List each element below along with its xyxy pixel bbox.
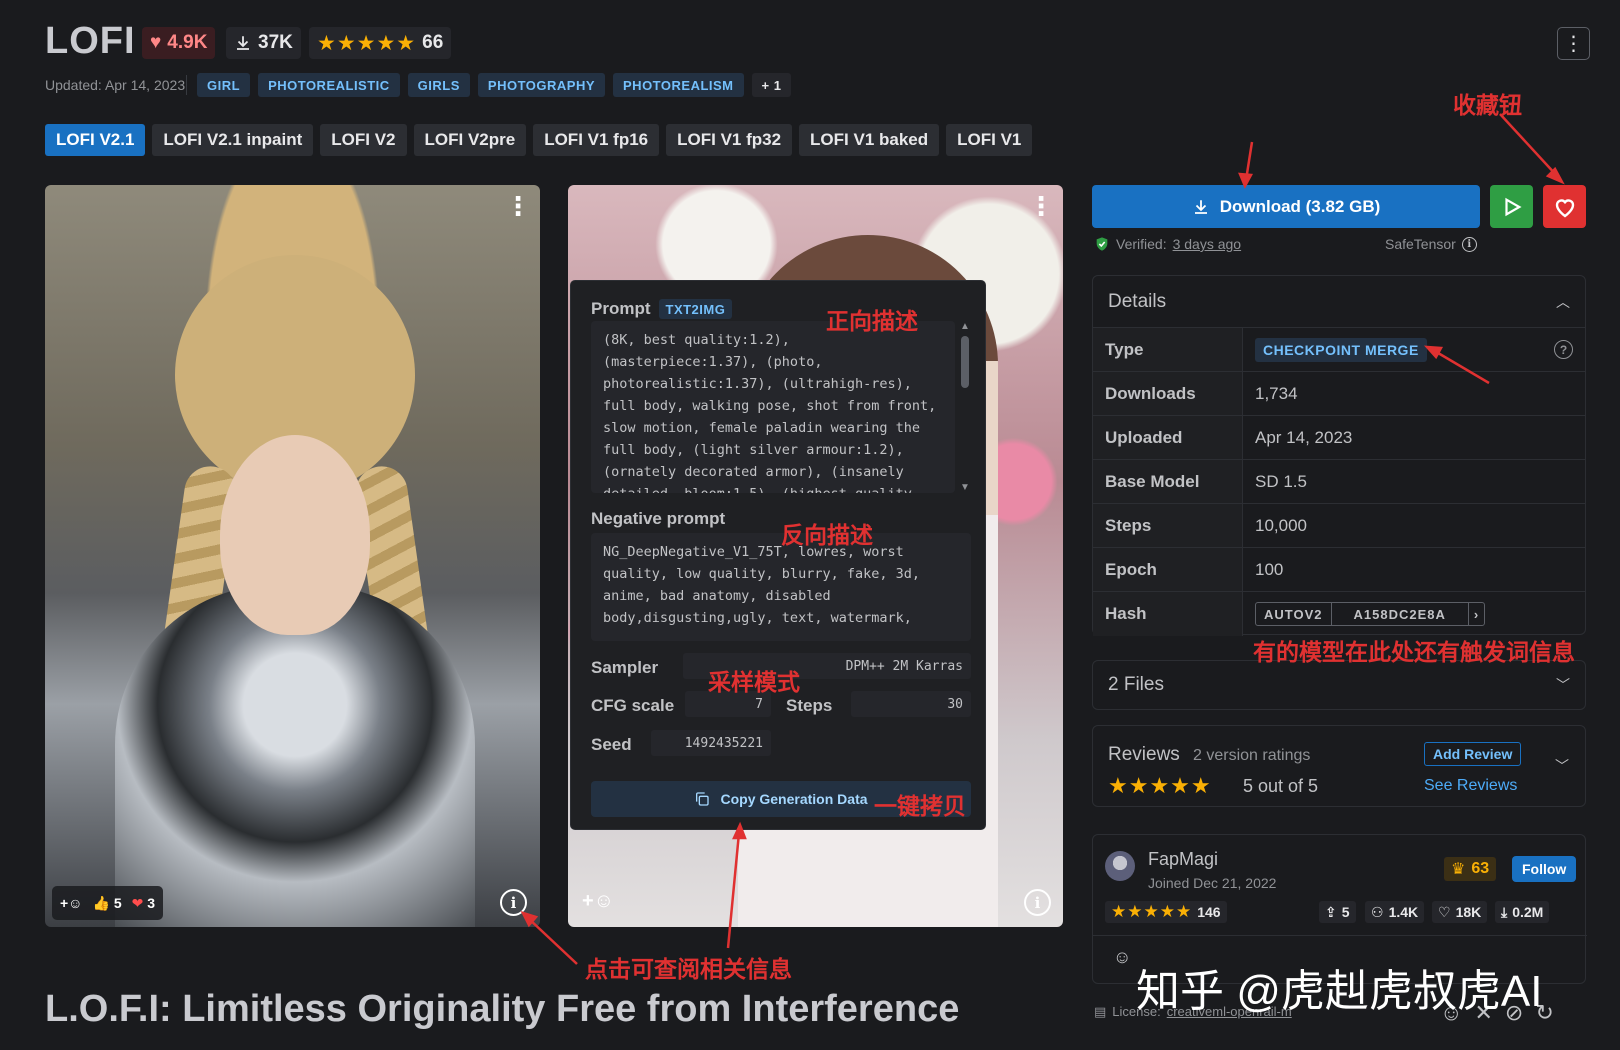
annotation-arrows [520,113,1565,965]
